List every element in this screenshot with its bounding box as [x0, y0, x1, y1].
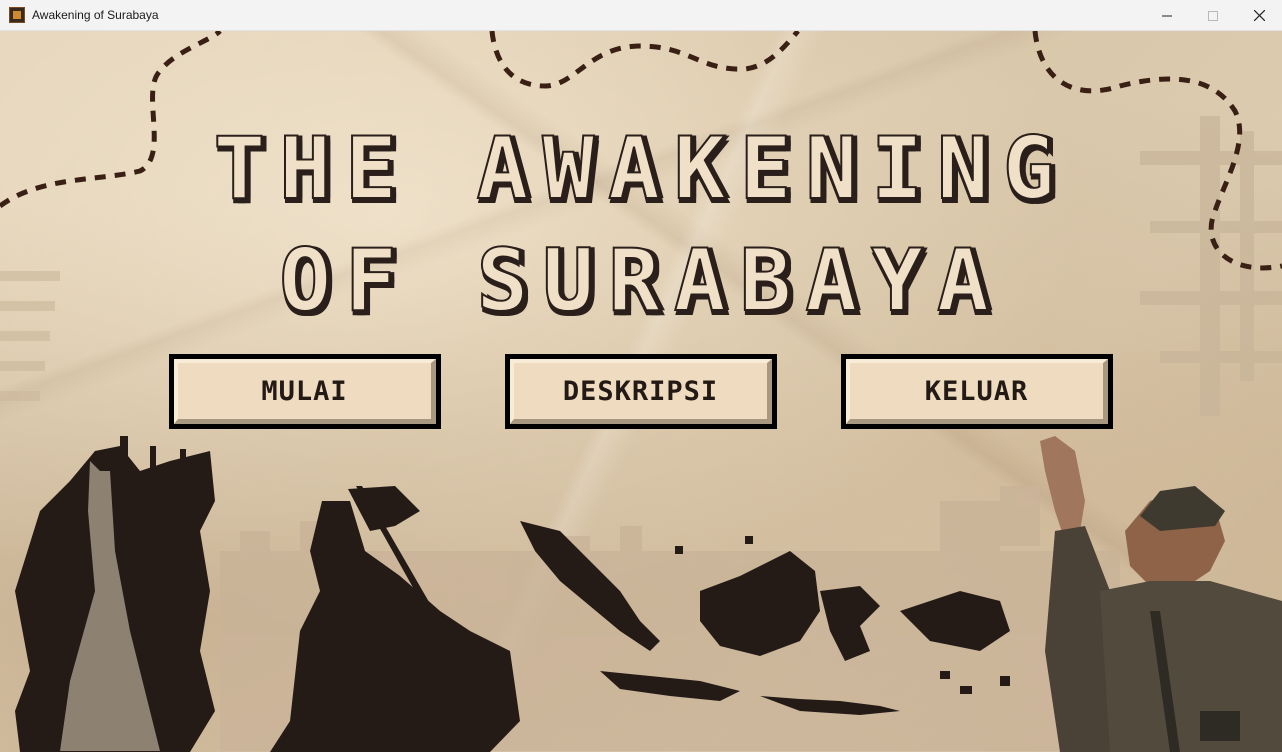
- minimize-icon: [1162, 15, 1172, 16]
- maximize-button[interactable]: [1190, 0, 1236, 31]
- close-button[interactable]: [1236, 0, 1282, 31]
- exit-button[interactable]: KELUAR: [841, 354, 1113, 429]
- start-button-label: MULAI: [174, 359, 436, 424]
- exit-button-label: KELUAR: [846, 359, 1108, 424]
- minimize-button[interactable]: [1144, 0, 1190, 31]
- description-button[interactable]: DESKRIPSI: [505, 354, 777, 429]
- start-button[interactable]: MULAI: [169, 354, 441, 429]
- maximize-icon: [1208, 10, 1218, 21]
- game-title: THE AWAKENING OF SURABAYA: [0, 113, 1282, 337]
- window-title: Awakening of Surabaya: [32, 8, 159, 22]
- game-title-line-2: OF SURABAYA: [278, 230, 1003, 332]
- description-button-label: DESKRIPSI: [510, 359, 772, 424]
- window-titlebar: Awakening of Surabaya: [0, 0, 1282, 31]
- soldier-pointing-figure: [1040, 436, 1282, 752]
- monument-silhouette: [15, 436, 215, 752]
- close-icon: [1253, 10, 1265, 21]
- game-app-icon: [9, 7, 25, 23]
- game-canvas: THE AWAKENING OF SURABAYA MULAI DESKRIPS…: [0, 31, 1282, 752]
- game-title-line-1: THE AWAKENING: [212, 118, 1069, 220]
- window-controls: [1144, 0, 1282, 31]
